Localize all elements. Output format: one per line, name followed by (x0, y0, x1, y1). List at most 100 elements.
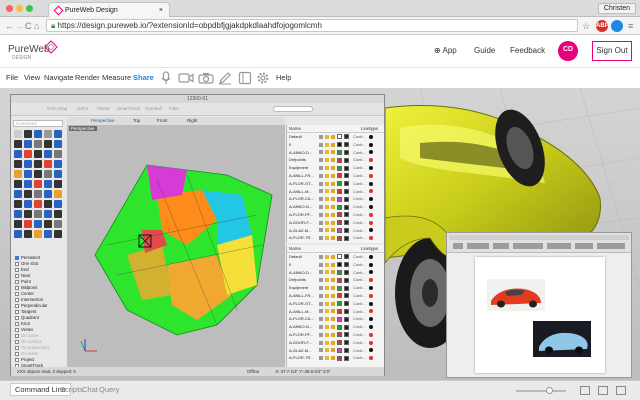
bulb-icon[interactable] (331, 356, 335, 361)
layer-print-color[interactable] (344, 332, 349, 338)
visible-icon[interactable] (319, 166, 323, 171)
osnap-checkbox[interactable] (15, 328, 19, 332)
tab-front[interactable]: Front (157, 118, 168, 123)
layer-color-swatch[interactable] (337, 188, 342, 194)
gear-icon[interactable] (256, 71, 270, 85)
layer-row[interactable]: A-FLOR-PF... Conti... (287, 211, 384, 219)
bookmark-star-icon[interactable]: ☆ (582, 20, 590, 32)
layer-print-color[interactable] (344, 149, 349, 155)
lock-icon[interactable] (325, 317, 329, 322)
menu-help[interactable]: Help (276, 73, 291, 82)
bulb-icon[interactable] (331, 262, 335, 267)
layer-row[interactable]: Equipment Conti... (287, 284, 384, 292)
bulb-icon[interactable] (331, 270, 335, 275)
layer-row[interactable]: A-WALL-FR... Conti... (287, 292, 384, 300)
lock-icon[interactable] (325, 309, 329, 314)
visible-icon[interactable] (319, 301, 323, 306)
viewport-label[interactable]: Perspective (69, 126, 97, 131)
lock-icon[interactable] (325, 301, 329, 306)
visible-icon[interactable] (319, 189, 323, 194)
layer-print-color[interactable] (344, 173, 349, 179)
tool-icon[interactable] (54, 130, 62, 138)
bulb-icon[interactable] (331, 158, 335, 163)
tool-icon[interactable] (14, 230, 22, 238)
layer-row[interactable]: Default Conti... (287, 133, 384, 141)
bulb-icon[interactable] (331, 166, 335, 171)
menu-render[interactable]: Render (75, 73, 100, 82)
osnap-checkbox[interactable] (15, 322, 19, 326)
ortho-toggle[interactable]: Ortho (77, 106, 88, 111)
layer-print-color[interactable] (344, 262, 349, 268)
layer-row[interactable]: A-FLOR-TR... Conti... (287, 354, 384, 362)
tool-icon[interactable] (24, 150, 32, 158)
layer-row[interactable]: A-FLOR-CA... Conti... (287, 315, 384, 323)
tool-icon[interactable] (14, 140, 22, 148)
tool-icon[interactable] (14, 160, 22, 168)
osnap-checkbox[interactable] (15, 280, 19, 284)
layer-row[interactable]: A-WALL-M... Conti... (287, 308, 384, 316)
profile-button[interactable]: Christen (597, 3, 636, 14)
lock-icon[interactable] (325, 220, 329, 225)
lock-icon[interactable] (325, 228, 329, 233)
osnap-checkbox[interactable] (15, 274, 19, 278)
tool-icon[interactable] (44, 140, 52, 148)
video-icon[interactable] (178, 72, 194, 84)
tool-icon[interactable] (44, 150, 52, 158)
filter-toggle[interactable]: Filter (169, 106, 179, 111)
tab-perspective[interactable]: Perspective (91, 118, 115, 123)
layer-color-swatch[interactable] (337, 196, 342, 202)
layer-color-swatch[interactable] (337, 269, 342, 275)
tool-icon[interactable] (14, 220, 22, 228)
tab-scripts[interactable]: Scripts (60, 385, 83, 394)
layer-color-swatch[interactable] (337, 149, 342, 155)
layer-row[interactable]: Defpoints Conti... (287, 156, 384, 164)
layout-icon[interactable] (580, 386, 590, 395)
lock-icon[interactable] (325, 348, 329, 353)
menu-measure[interactable]: Measure (102, 73, 131, 82)
visible-icon[interactable] (319, 356, 323, 361)
visible-icon[interactable] (319, 325, 323, 330)
tool-icon[interactable] (34, 230, 42, 238)
layer-row[interactable]: A-DOOR-F... Conti... (287, 219, 384, 227)
layer-color-swatch[interactable] (337, 355, 342, 361)
bulb-icon[interactable] (331, 189, 335, 194)
osnap-checkbox[interactable] (15, 310, 19, 314)
layer-color-swatch[interactable] (337, 220, 342, 226)
osnap-checkbox[interactable] (15, 340, 19, 344)
bulb-icon[interactable] (331, 286, 335, 291)
lock-icon[interactable] (325, 205, 329, 210)
tool-icon[interactable] (44, 180, 52, 188)
layer-print-color[interactable] (344, 235, 349, 241)
bulb-icon[interactable] (331, 293, 335, 298)
layer-print-color[interactable] (344, 212, 349, 218)
layer-color-swatch[interactable] (337, 181, 342, 187)
rhino-window[interactable]: 12300-01 Grid Snap Ortho Planar SmartTra… (10, 94, 385, 376)
minimize-window-icon[interactable] (16, 5, 23, 12)
rhino-viewport[interactable] (67, 125, 285, 367)
lock-icon[interactable] (325, 181, 329, 186)
lock-icon[interactable] (325, 158, 329, 163)
visible-icon[interactable] (319, 348, 323, 353)
rhino-search-field[interactable] (273, 106, 313, 112)
layer-print-color[interactable] (344, 134, 349, 140)
tab-top[interactable]: Top (133, 118, 140, 123)
gumball-toggle[interactable]: Gumball (145, 106, 162, 111)
layer-color-swatch[interactable] (337, 173, 342, 179)
url-field[interactable]: 🔒︎ https://design.pureweb.io/?extensionI… (46, 19, 578, 32)
reload-icon[interactable]: C (25, 20, 32, 32)
lock-icon[interactable] (325, 325, 329, 330)
visible-icon[interactable] (319, 212, 323, 217)
lock-icon[interactable] (325, 262, 329, 267)
layer-row[interactable]: A-FLOR-PF... Conti... (287, 331, 384, 339)
visible-icon[interactable] (319, 197, 323, 202)
visible-icon[interactable] (319, 142, 323, 147)
tool-icon[interactable] (44, 200, 52, 208)
visible-icon[interactable] (319, 278, 323, 283)
forward-icon[interactable]: → (15, 20, 24, 32)
panel-icon[interactable] (238, 71, 252, 85)
tool-icon[interactable] (24, 180, 32, 188)
tool-icon[interactable] (24, 210, 32, 218)
layer-color-swatch[interactable] (337, 308, 342, 314)
layer-row[interactable]: Defpoints Conti... (287, 276, 384, 284)
tool-icon[interactable] (44, 230, 52, 238)
